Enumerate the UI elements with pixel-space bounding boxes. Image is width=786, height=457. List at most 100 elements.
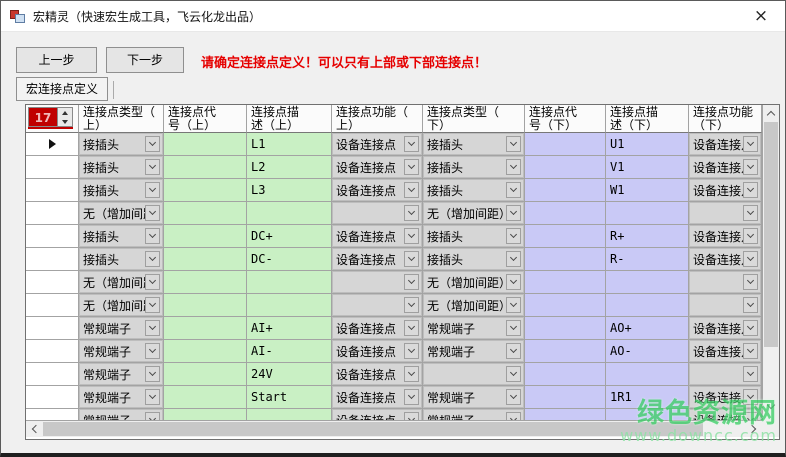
row-header[interactable] xyxy=(26,317,79,340)
cell-code-dn[interactable] xyxy=(525,225,606,248)
vertical-scrollbar[interactable] xyxy=(762,105,779,437)
dropdown-button[interactable] xyxy=(506,412,521,420)
cell-func-dn[interactable]: 设备连接点 xyxy=(689,317,762,340)
row-header[interactable] xyxy=(26,202,79,225)
dropdown-button[interactable] xyxy=(743,297,758,313)
row-header[interactable] xyxy=(26,179,79,202)
dropdown-button[interactable] xyxy=(743,251,758,267)
cell-code-dn[interactable] xyxy=(525,317,606,340)
cell-code-up[interactable] xyxy=(164,156,247,179)
cell-code-dn[interactable] xyxy=(525,340,606,363)
row-header[interactable] xyxy=(26,340,79,363)
row-header[interactable] xyxy=(26,409,79,420)
scroll-left-button[interactable] xyxy=(26,421,42,437)
cell-func-up[interactable]: 设备连接点 xyxy=(332,340,423,363)
dropdown-button[interactable] xyxy=(743,182,758,198)
dropdown-button[interactable] xyxy=(404,136,419,152)
cell-func-dn[interactable]: 设备连接点 xyxy=(689,156,762,179)
cell-desc-dn[interactable] xyxy=(606,202,689,225)
column-header[interactable]: 连接点代 号（上） xyxy=(164,105,247,133)
dropdown-button[interactable] xyxy=(506,159,521,175)
cell-desc-dn[interactable]: W1 xyxy=(606,179,689,202)
cell-code-up[interactable] xyxy=(164,133,247,156)
row-header[interactable] xyxy=(26,225,79,248)
cell-type-up[interactable]: 接插头 xyxy=(79,248,164,271)
cell-func-dn[interactable] xyxy=(689,202,762,225)
cell-desc-up[interactable]: Start xyxy=(247,386,332,409)
dropdown-button[interactable] xyxy=(506,274,521,290)
column-header[interactable]: 连接点类型（ 上） xyxy=(79,105,164,133)
cell-code-up[interactable] xyxy=(164,225,247,248)
horizontal-scrollbar[interactable] xyxy=(26,420,762,437)
dropdown-button[interactable] xyxy=(145,297,160,313)
dropdown-button[interactable] xyxy=(404,274,419,290)
dropdown-button[interactable] xyxy=(404,366,419,382)
spinner-up-button[interactable] xyxy=(58,108,72,117)
cell-type-dn[interactable]: 无（增加间距） xyxy=(423,294,525,317)
cell-desc-up[interactable]: DC+ xyxy=(247,225,332,248)
dropdown-button[interactable] xyxy=(404,389,419,405)
cell-code-up[interactable] xyxy=(164,386,247,409)
cell-code-dn[interactable] xyxy=(525,386,606,409)
column-header[interactable]: 连接点功能 （下） xyxy=(689,105,762,133)
cell-func-dn[interactable]: 设备连接点 xyxy=(689,225,762,248)
cell-type-up[interactable]: 常规端子 xyxy=(79,317,164,340)
prev-step-button[interactable]: 上一步 xyxy=(16,47,97,73)
cell-desc-up[interactable]: L3 xyxy=(247,179,332,202)
horizontal-scrollbar-thumb[interactable] xyxy=(43,422,703,436)
cell-code-dn[interactable] xyxy=(525,179,606,202)
cell-desc-dn[interactable]: R+ xyxy=(606,225,689,248)
cell-desc-up[interactable]: DC- xyxy=(247,248,332,271)
cell-type-up[interactable]: 接插头 xyxy=(79,225,164,248)
cell-type-dn[interactable]: 无（增加间距） xyxy=(423,202,525,225)
cell-code-dn[interactable] xyxy=(525,363,606,386)
column-header[interactable]: 连接点功能（ 上） xyxy=(332,105,423,133)
cell-type-up[interactable]: 常规端子 xyxy=(79,340,164,363)
dropdown-button[interactable] xyxy=(404,205,419,221)
cell-code-up[interactable] xyxy=(164,340,247,363)
cell-func-up[interactable]: 设备连接点 xyxy=(332,409,423,420)
dropdown-button[interactable] xyxy=(506,320,521,336)
row-header[interactable] xyxy=(26,133,79,156)
dropdown-button[interactable] xyxy=(506,251,521,267)
cell-code-up[interactable] xyxy=(164,409,247,420)
cell-desc-dn[interactable] xyxy=(606,363,689,386)
cell-type-up[interactable]: 无（增加间距） xyxy=(79,271,164,294)
cell-func-dn[interactable]: 设备连接点 xyxy=(689,179,762,202)
next-step-button[interactable]: 下一步 xyxy=(106,47,184,73)
cell-code-dn[interactable] xyxy=(525,271,606,294)
dropdown-button[interactable] xyxy=(743,136,758,152)
dropdown-button[interactable] xyxy=(743,412,758,420)
row-count-input[interactable]: 17 xyxy=(28,107,57,127)
cell-desc-up[interactable]: 24V xyxy=(247,363,332,386)
cell-desc-dn[interactable] xyxy=(606,409,689,420)
cell-code-dn[interactable] xyxy=(525,409,606,420)
cell-func-up[interactable]: 设备连接点 xyxy=(332,363,423,386)
cell-type-dn[interactable]: 接插头 xyxy=(423,179,525,202)
row-header[interactable] xyxy=(26,294,79,317)
row-header[interactable] xyxy=(26,248,79,271)
cell-code-up[interactable] xyxy=(164,248,247,271)
cell-desc-dn[interactable]: AO- xyxy=(606,340,689,363)
dropdown-button[interactable] xyxy=(506,343,521,359)
close-button[interactable]: × xyxy=(750,6,772,28)
cell-desc-dn[interactable]: R- xyxy=(606,248,689,271)
dropdown-button[interactable] xyxy=(404,182,419,198)
row-header[interactable] xyxy=(26,363,79,386)
cell-func-dn[interactable]: 设备连接点 xyxy=(689,386,762,409)
dropdown-button[interactable] xyxy=(404,320,419,336)
dropdown-button[interactable] xyxy=(404,343,419,359)
cell-func-dn[interactable]: 设备连接点 xyxy=(689,248,762,271)
dropdown-button[interactable] xyxy=(404,412,419,420)
cell-type-dn[interactable] xyxy=(423,363,525,386)
dropdown-button[interactable] xyxy=(506,205,521,221)
cell-func-dn[interactable]: 设备连接点 xyxy=(689,133,762,156)
cell-code-up[interactable] xyxy=(164,294,247,317)
cell-type-dn[interactable]: 接插头 xyxy=(423,156,525,179)
cell-code-dn[interactable] xyxy=(525,156,606,179)
dropdown-button[interactable] xyxy=(506,228,521,244)
cell-desc-up[interactable]: AI- xyxy=(247,340,332,363)
column-header[interactable]: 连接点类型（ 下） xyxy=(423,105,525,133)
cell-func-up[interactable] xyxy=(332,202,423,225)
cell-desc-dn[interactable] xyxy=(606,271,689,294)
